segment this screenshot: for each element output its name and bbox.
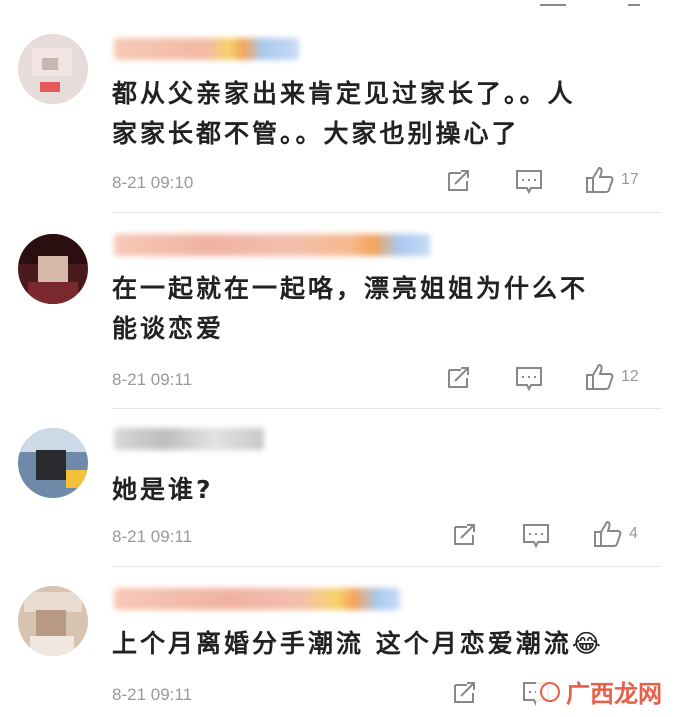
comment-icon [523, 524, 549, 549]
share-button[interactable] [452, 523, 478, 547]
comment-text: 她是谁? [112, 475, 214, 504]
divider [112, 566, 662, 567]
divider [112, 408, 662, 409]
comment-timestamp: 8-21 09:11 [112, 685, 193, 704]
avatar[interactable] [18, 428, 88, 498]
username-blurred[interactable] [114, 588, 400, 610]
like-button[interactable]: 17 [585, 166, 639, 194]
username-blurred[interactable] [114, 234, 430, 256]
top-partial-icon-right [628, 0, 640, 6]
share-icon [448, 367, 469, 388]
share-icon [454, 682, 475, 703]
comment-timestamp: 8-21 09:10 [112, 173, 194, 192]
like-count: 4 [629, 525, 638, 542]
like-count: 12 [621, 368, 639, 385]
top-partial-icon [540, 0, 566, 6]
comment-text: 在一起就在一起咯，漂亮姐姐为什么不 能谈恋爱 [112, 274, 589, 343]
reply-button[interactable] [522, 523, 550, 549]
like-button[interactable]: 4 [593, 520, 638, 548]
divider [112, 212, 662, 213]
share-button[interactable] [446, 366, 472, 390]
watermark-logo: 广西龙网 [536, 674, 666, 709]
avatar[interactable] [18, 34, 88, 104]
like-count: 17 [621, 171, 639, 188]
comment-timestamp: 8-21 09:11 [112, 370, 193, 389]
comment-timestamp: 8-21 09:11 [112, 527, 193, 546]
share-icon [454, 524, 475, 545]
comment-icon [516, 367, 542, 392]
like-button[interactable]: 12 [585, 363, 639, 391]
username-blurred[interactable] [114, 38, 299, 60]
thumbs-up-icon [594, 520, 622, 547]
reply-button[interactable] [515, 169, 543, 195]
avatar[interactable] [18, 234, 88, 304]
share-button[interactable] [446, 169, 472, 193]
logo-icon [540, 681, 560, 702]
comment-text: 都从父亲家出来肯定见过家长了。。人 家家长都不管。。大家也别操心了 [112, 79, 576, 148]
thumbs-up-icon [586, 166, 614, 193]
comment-icon [516, 170, 542, 195]
thumbs-up-icon [586, 363, 614, 390]
reply-button[interactable] [515, 366, 543, 392]
share-icon [448, 170, 469, 191]
share-button[interactable] [452, 681, 478, 705]
avatar[interactable] [18, 586, 88, 656]
comment-text: 上个月离婚分手潮流 这个月恋爱潮流😂 [112, 629, 604, 658]
watermark-text: 广西龙网 [566, 680, 662, 708]
username-blurred[interactable] [114, 428, 264, 450]
